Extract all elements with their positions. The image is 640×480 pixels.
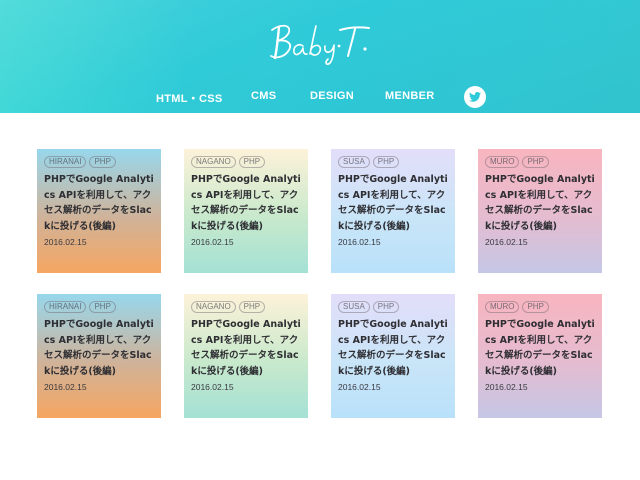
article-card[interactable]: HIRANAI PHP PHPでGoogle Analytics APIを利用して… — [37, 149, 161, 273]
card-tags: HIRANAI PHP — [44, 301, 154, 314]
category-tag[interactable]: PHP — [89, 301, 116, 313]
card-date: 2016.02.15 — [44, 382, 87, 392]
card-date: 2016.02.15 — [191, 382, 234, 392]
card-title[interactable]: PHPでGoogle Analytics APIを利用して、アクセス解析のデータ… — [485, 317, 597, 379]
author-tag[interactable]: HIRANAI — [44, 301, 87, 313]
article-card[interactable]: HIRANAI PHP PHPでGoogle Analytics APIを利用して… — [37, 294, 161, 418]
article-card[interactable]: NAGANO PHP PHPでGoogle Analytics APIを利用して、… — [184, 294, 308, 418]
card-tags: NAGANO PHP — [191, 301, 301, 314]
nav-item-html-css[interactable]: HTML・CSS — [156, 90, 223, 106]
twitter-icon — [469, 92, 481, 102]
category-tag[interactable]: PHP — [89, 156, 116, 168]
category-tag[interactable]: PHP — [238, 301, 266, 313]
card-title[interactable]: PHPでGoogle Analytics APIを利用して、アクセス解析のデータ… — [191, 172, 303, 234]
author-tag[interactable]: MURO — [485, 301, 520, 313]
main-nav: HTML・CSS CMS DESIGN MENBER — [0, 90, 640, 106]
card-date: 2016.02.15 — [338, 237, 381, 247]
card-date: 2016.02.15 — [44, 237, 87, 247]
card-title[interactable]: PHPでGoogle Analytics APIを利用して、アクセス解析のデータ… — [44, 317, 156, 379]
article-card[interactable]: SUSA PHP PHPでGoogle Analytics APIを利用して、アク… — [331, 294, 455, 418]
logo-script — [270, 24, 370, 65]
article-card[interactable]: MURO PHP PHPでGoogle Analytics APIを利用して、アク… — [478, 149, 602, 273]
nav-item-menber[interactable]: MENBER — [385, 90, 434, 102]
author-tag[interactable]: HIRANAI — [44, 156, 87, 168]
card-title[interactable]: PHPでGoogle Analytics APIを利用して、アクセス解析のデータ… — [44, 172, 156, 234]
card-tags: NAGANO PHP — [191, 156, 301, 169]
card-tags: MURO PHP — [485, 301, 595, 314]
author-tag[interactable]: SUSA — [338, 156, 370, 168]
card-title[interactable]: PHPでGoogle Analytics APIを利用して、アクセス解析のデータ… — [338, 317, 450, 379]
card-date: 2016.02.15 — [485, 382, 528, 392]
article-card[interactable]: SUSA PHP PHPでGoogle Analytics APIを利用して、アク… — [331, 149, 455, 273]
category-tag[interactable]: PHP — [372, 301, 400, 313]
author-tag[interactable]: MURO — [485, 156, 520, 168]
nav-item-cms[interactable]: CMS — [251, 90, 276, 102]
category-tag[interactable]: PHP — [238, 156, 266, 168]
card-tags: SUSA PHP — [338, 301, 448, 314]
site-header: HTML・CSS CMS DESIGN MENBER — [0, 0, 640, 113]
category-tag[interactable]: PHP — [372, 156, 400, 168]
card-title[interactable]: PHPでGoogle Analytics APIを利用して、アクセス解析のデータ… — [485, 172, 597, 234]
card-title[interactable]: PHPでGoogle Analytics APIを利用して、アクセス解析のデータ… — [338, 172, 450, 234]
article-card[interactable]: MURO PHP PHPでGoogle Analytics APIを利用して、アク… — [478, 294, 602, 418]
card-tags: SUSA PHP — [338, 156, 448, 169]
site-logo[interactable] — [266, 18, 376, 66]
card-date: 2016.02.15 — [485, 237, 528, 247]
category-tag[interactable]: PHP — [522, 301, 549, 313]
card-date: 2016.02.15 — [338, 382, 381, 392]
card-title[interactable]: PHPでGoogle Analytics APIを利用して、アクセス解析のデータ… — [191, 317, 303, 379]
article-card[interactable]: NAGANO PHP PHPでGoogle Analytics APIを利用して、… — [184, 149, 308, 273]
card-date: 2016.02.15 — [191, 237, 234, 247]
author-tag[interactable]: NAGANO — [191, 156, 236, 168]
category-tag[interactable]: PHP — [522, 156, 549, 168]
author-tag[interactable]: SUSA — [338, 301, 370, 313]
twitter-button[interactable] — [464, 86, 486, 108]
author-tag[interactable]: NAGANO — [191, 301, 236, 313]
nav-item-design[interactable]: DESIGN — [310, 90, 354, 102]
card-tags: HIRANAI PHP — [44, 156, 154, 169]
card-tags: MURO PHP — [485, 156, 595, 169]
